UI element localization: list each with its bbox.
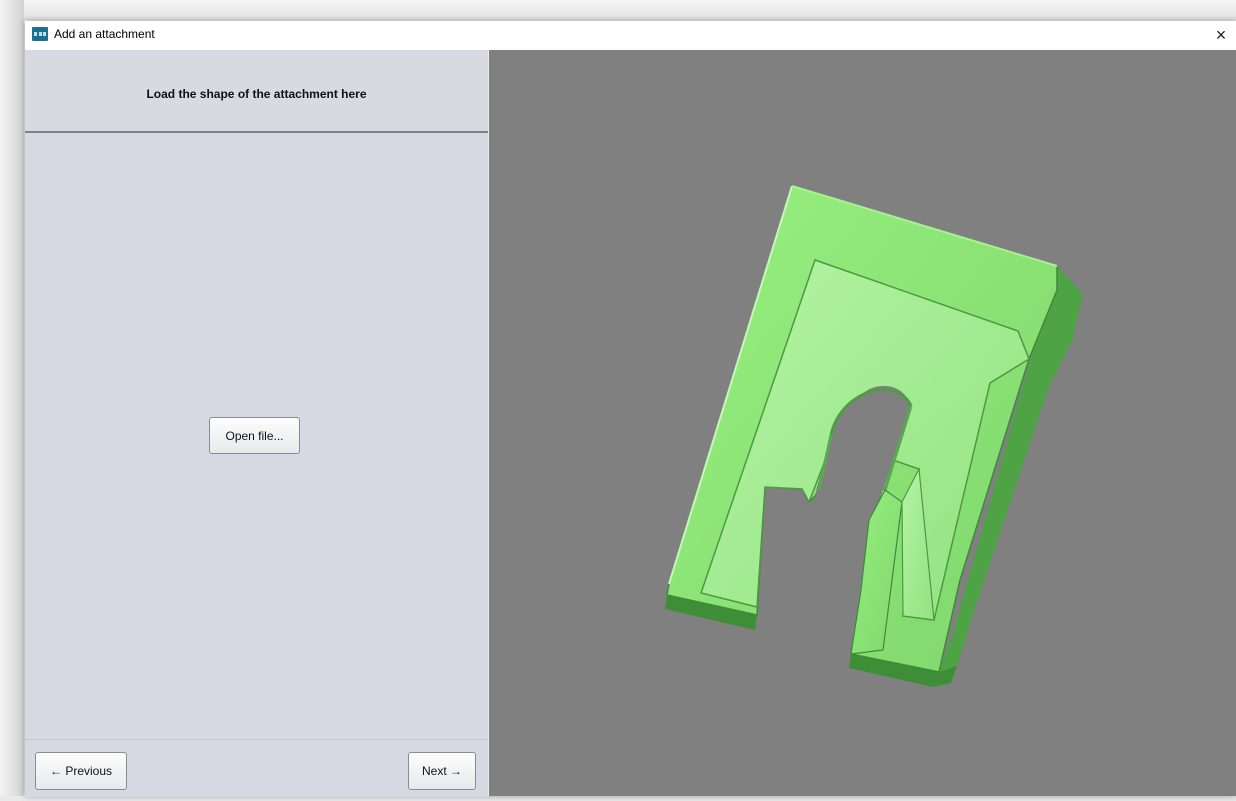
desktop-background-top	[0, 0, 1236, 20]
wizard-header: Load the shape of the attachment here	[25, 50, 488, 133]
attachment-model	[665, 185, 1083, 687]
close-button[interactable]: ×	[1206, 21, 1236, 50]
next-button[interactable]: Next →	[408, 752, 476, 790]
wizard-panel: Load the shape of the attachment here Op…	[25, 50, 489, 797]
wizard-heading: Load the shape of the attachment here	[146, 87, 367, 101]
close-icon: ×	[1215, 25, 1227, 45]
window-title: Add an attachment	[54, 27, 155, 41]
wizard-footer: ← Previous Next →	[25, 739, 488, 797]
app-icon	[32, 27, 48, 41]
previous-button[interactable]: ← Previous	[35, 752, 127, 790]
desktop-background-left	[0, 0, 24, 796]
3d-viewport[interactable]	[489, 50, 1236, 796]
title-bar: Add an attachment ×	[25, 21, 1236, 50]
attachment-dialog: Add an attachment × Load the shape of th…	[25, 21, 1236, 797]
open-file-button[interactable]: Open file...	[209, 417, 300, 454]
